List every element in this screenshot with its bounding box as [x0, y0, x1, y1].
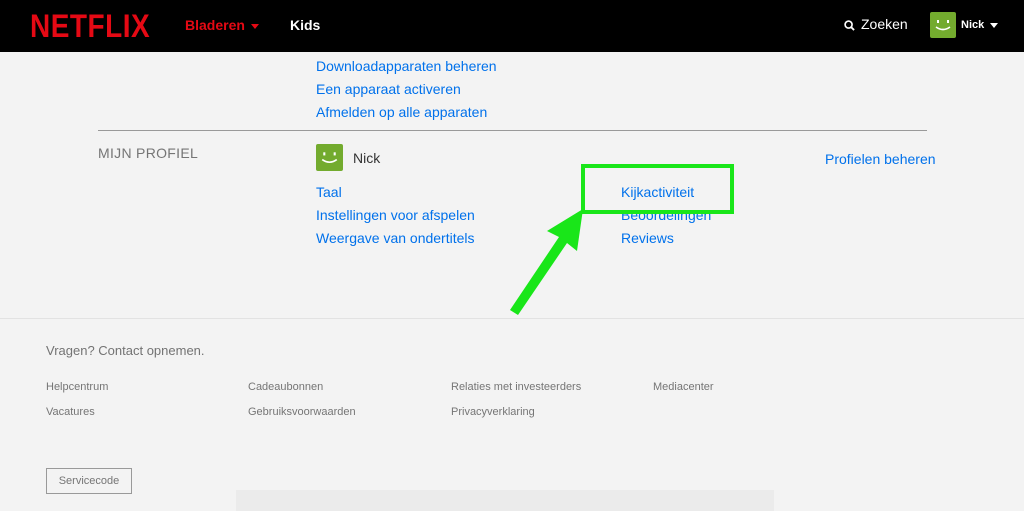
smiley-face-icon: [935, 20, 951, 31]
search-button[interactable]: Zoeken: [844, 16, 908, 32]
activate-device-link[interactable]: Een apparaat activeren: [316, 81, 461, 97]
footer-link-privacy[interactable]: Privacyverklaring: [451, 406, 535, 418]
nav-browse-label: Bladeren: [185, 17, 245, 33]
footer-link-gift-cards[interactable]: Cadeaubonnen: [248, 381, 323, 393]
caret-down-icon: [250, 23, 259, 29]
ratings-link[interactable]: Beoordelingen: [621, 207, 711, 223]
section-divider: [98, 130, 927, 131]
footer-link-terms[interactable]: Gebruiksvoorwaarden: [248, 406, 356, 418]
service-code-button[interactable]: Servicecode: [46, 468, 132, 494]
manage-profiles-link[interactable]: Profielen beheren: [825, 151, 936, 167]
smiley-face-icon: [321, 152, 338, 164]
sign-out-all-devices-link[interactable]: Afmelden op alle apparaten: [316, 104, 487, 120]
footer-link-help-center[interactable]: Helpcentrum: [46, 381, 108, 393]
bottom-shadow-strip: [236, 490, 774, 511]
my-profile-label: MIJN PROFIEL: [98, 145, 199, 161]
profile-menu-button[interactable]: Nick: [930, 12, 999, 38]
caret-down-icon: [990, 22, 999, 28]
footer-divider: [0, 318, 1024, 319]
subtitle-appearance-link[interactable]: Weergave van ondertitels: [316, 230, 475, 246]
profile-header: Nick: [316, 144, 380, 171]
reviews-link[interactable]: Reviews: [621, 230, 674, 246]
netflix-logo[interactable]: NETFLIX: [30, 8, 150, 45]
footer-contact-question[interactable]: Vragen? Contact opnemen.: [46, 343, 205, 358]
profile-menu-name: Nick: [961, 19, 985, 31]
search-icon: [844, 20, 855, 31]
profile-avatar: [930, 12, 956, 38]
footer-link-investor-relations[interactable]: Relaties met investeerders: [451, 381, 581, 393]
manage-download-devices-link[interactable]: Downloadapparaten beheren: [316, 58, 497, 74]
language-link[interactable]: Taal: [316, 184, 342, 200]
footer-link-jobs[interactable]: Vacatures: [46, 406, 95, 418]
top-navigation-bar: NETFLIX Bladeren Kids Zoeken Nick: [0, 0, 1024, 52]
profile-avatar-large: [316, 144, 343, 171]
nav-kids-link[interactable]: Kids: [290, 17, 320, 33]
playback-settings-link[interactable]: Instellingen voor afspelen: [316, 207, 475, 223]
annotation-arrow-icon: [510, 209, 583, 315]
nav-browse-dropdown[interactable]: Bladeren: [185, 17, 259, 33]
viewing-activity-link[interactable]: Kijkactiviteit: [621, 184, 694, 200]
search-label: Zoeken: [861, 16, 908, 32]
profile-name: Nick: [353, 149, 381, 166]
footer-link-media-center[interactable]: Mediacenter: [653, 381, 714, 393]
